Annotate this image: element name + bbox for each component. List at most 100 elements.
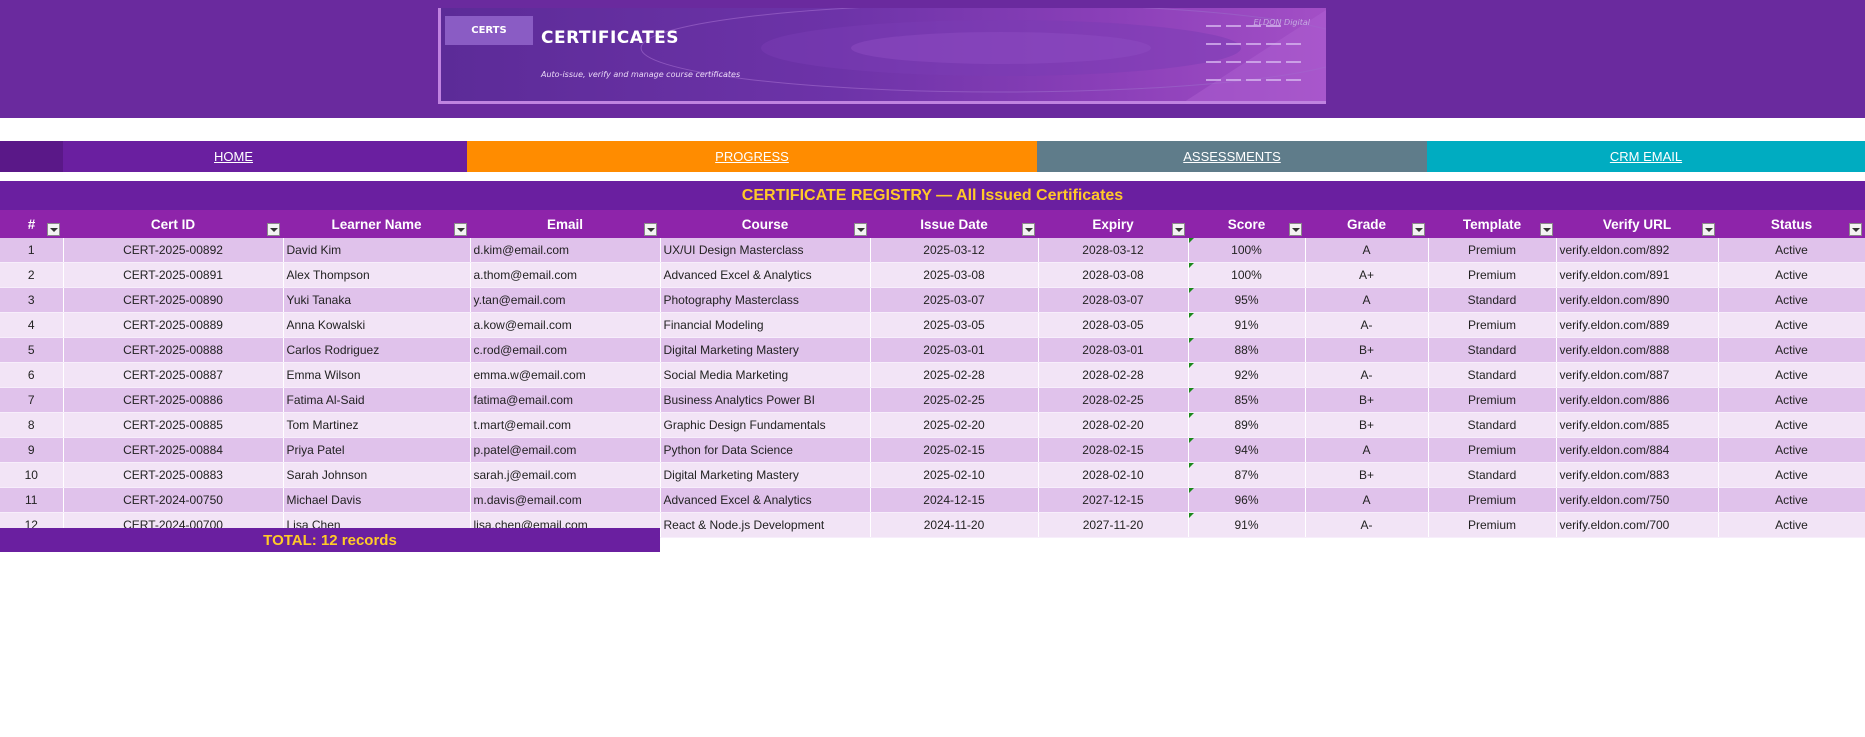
filter-dropdown-icon[interactable]: [1412, 223, 1425, 236]
expiry-cell[interactable]: 2028-03-07: [1038, 287, 1189, 313]
status-cell[interactable]: Active: [1718, 287, 1865, 313]
learner-name-cell[interactable]: Carlos Rodriguez: [283, 337, 471, 363]
row-number-cell[interactable]: 8: [0, 412, 64, 438]
template-cell[interactable]: Premium: [1428, 512, 1557, 538]
issue-date-cell[interactable]: 2025-03-07: [870, 287, 1039, 313]
status-cell[interactable]: Active: [1718, 387, 1865, 413]
template-cell[interactable]: Standard: [1428, 362, 1557, 388]
filter-dropdown-icon[interactable]: [854, 223, 867, 236]
course-cell[interactable]: Financial Modeling: [660, 312, 871, 338]
expiry-cell[interactable]: 2027-11-20: [1038, 512, 1189, 538]
cert-id-cell[interactable]: CERT-2025-00892: [63, 238, 284, 263]
row-number-cell[interactable]: 6: [0, 362, 64, 388]
table-row[interactable]: 9 CERT-2025-00884 Priya Patel p.patel@email…: [0, 437, 1865, 463]
row-number-cell[interactable]: 1: [0, 238, 64, 263]
status-cell[interactable]: Active: [1718, 462, 1865, 488]
course-cell[interactable]: Photography Masterclass: [660, 287, 871, 313]
course-cell[interactable]: Python for Data Science: [660, 437, 871, 463]
score-cell[interactable]: 88%: [1188, 337, 1306, 363]
nav-assessments-link[interactable]: ASSESSMENTS: [1037, 141, 1427, 172]
learner-name-cell[interactable]: Sarah Johnson: [283, 462, 471, 488]
expiry-cell[interactable]: 2028-02-28: [1038, 362, 1189, 388]
issue-date-cell[interactable]: 2025-03-05: [870, 312, 1039, 338]
score-cell[interactable]: 85%: [1188, 387, 1306, 413]
course-cell[interactable]: Digital Marketing Mastery: [660, 337, 871, 363]
cert-id-cell[interactable]: CERT-2025-00884: [63, 437, 284, 463]
verify-url-cell[interactable]: verify.eldon.com/888: [1556, 337, 1719, 363]
email-cell[interactable]: sarah.j@email.com: [470, 462, 661, 488]
email-cell[interactable]: emma.w@email.com: [470, 362, 661, 388]
status-cell[interactable]: Active: [1718, 238, 1865, 263]
email-cell[interactable]: a.thom@email.com: [470, 262, 661, 288]
grade-cell[interactable]: A: [1305, 487, 1429, 513]
status-cell[interactable]: Active: [1718, 362, 1865, 388]
nav-progress-link[interactable]: PROGRESS: [467, 141, 1037, 172]
expiry-cell[interactable]: 2027-12-15: [1038, 487, 1189, 513]
table-row[interactable]: 3 CERT-2025-00890 Yuki Tanaka y.tan@email.c…: [0, 287, 1865, 313]
filter-dropdown-icon[interactable]: [1849, 223, 1862, 236]
row-number-cell[interactable]: 10: [0, 462, 64, 488]
template-cell[interactable]: Premium: [1428, 487, 1557, 513]
filter-dropdown-icon[interactable]: [1172, 223, 1185, 236]
verify-url-cell[interactable]: verify.eldon.com/886: [1556, 387, 1719, 413]
score-cell[interactable]: 100%: [1188, 262, 1306, 288]
email-cell[interactable]: y.tan@email.com: [470, 287, 661, 313]
filter-dropdown-icon[interactable]: [267, 223, 280, 236]
table-row[interactable]: 11 CERT-2024-00750 Michael Davis m.davis@em…: [0, 487, 1865, 513]
row-number-cell[interactable]: 5: [0, 337, 64, 363]
verify-url-cell[interactable]: verify.eldon.com/700: [1556, 512, 1719, 538]
grade-cell[interactable]: B+: [1305, 412, 1429, 438]
email-cell[interactable]: m.davis@email.com: [470, 487, 661, 513]
template-cell[interactable]: Standard: [1428, 287, 1557, 313]
filter-dropdown-icon[interactable]: [47, 223, 60, 236]
email-cell[interactable]: a.kow@email.com: [470, 312, 661, 338]
grade-cell[interactable]: B+: [1305, 387, 1429, 413]
issue-date-cell[interactable]: 2025-02-25: [870, 387, 1039, 413]
score-cell[interactable]: 96%: [1188, 487, 1306, 513]
table-row[interactable]: 4 CERT-2025-00889 Anna Kowalski a.kow@email…: [0, 312, 1865, 338]
status-cell[interactable]: Active: [1718, 512, 1865, 538]
expiry-cell[interactable]: 2028-02-10: [1038, 462, 1189, 488]
status-cell[interactable]: Active: [1718, 412, 1865, 438]
expiry-cell[interactable]: 2028-03-08: [1038, 262, 1189, 288]
learner-name-cell[interactable]: Anna Kowalski: [283, 312, 471, 338]
row-number-cell[interactable]: 9: [0, 437, 64, 463]
row-number-cell[interactable]: 7: [0, 387, 64, 413]
expiry-cell[interactable]: 2028-03-05: [1038, 312, 1189, 338]
email-cell[interactable]: p.patel@email.com: [470, 437, 661, 463]
row-number-cell[interactable]: 2: [0, 262, 64, 288]
cert-id-cell[interactable]: CERT-2025-00887: [63, 362, 284, 388]
email-cell[interactable]: d.kim@email.com: [470, 238, 661, 263]
table-row[interactable]: 10 CERT-2025-00883 Sarah Johnson sarah.j@em…: [0, 462, 1865, 488]
expiry-cell[interactable]: 2028-03-01: [1038, 337, 1189, 363]
grade-cell[interactable]: A-: [1305, 362, 1429, 388]
score-cell[interactable]: 89%: [1188, 412, 1306, 438]
filter-dropdown-icon[interactable]: [1289, 223, 1302, 236]
issue-date-cell[interactable]: 2025-02-20: [870, 412, 1039, 438]
filter-dropdown-icon[interactable]: [644, 223, 657, 236]
issue-date-cell[interactable]: 2025-03-01: [870, 337, 1039, 363]
verify-url-cell[interactable]: verify.eldon.com/887: [1556, 362, 1719, 388]
nav-crm-email-link[interactable]: CRM EMAIL: [1427, 141, 1865, 172]
expiry-cell[interactable]: 2028-02-15: [1038, 437, 1189, 463]
issue-date-cell[interactable]: 2025-03-12: [870, 238, 1039, 263]
filter-dropdown-icon[interactable]: [1022, 223, 1035, 236]
table-row[interactable]: 7 CERT-2025-00886 Fatima Al-Said fatima@ema…: [0, 387, 1865, 413]
grade-cell[interactable]: A-: [1305, 312, 1429, 338]
template-cell[interactable]: Standard: [1428, 412, 1557, 438]
grade-cell[interactable]: A: [1305, 238, 1429, 263]
grade-cell[interactable]: A+: [1305, 262, 1429, 288]
learner-name-cell[interactable]: David Kim: [283, 238, 471, 263]
cert-id-cell[interactable]: CERT-2025-00890: [63, 287, 284, 313]
email-cell[interactable]: c.rod@email.com: [470, 337, 661, 363]
issue-date-cell[interactable]: 2025-03-08: [870, 262, 1039, 288]
template-cell[interactable]: Premium: [1428, 262, 1557, 288]
table-row[interactable]: 1 CERT-2025-00892 David Kim d.kim@email.com…: [0, 238, 1865, 263]
table-row[interactable]: 8 CERT-2025-00885 Tom Martinez t.mart@email…: [0, 412, 1865, 438]
verify-url-cell[interactable]: verify.eldon.com/885: [1556, 412, 1719, 438]
score-cell[interactable]: 92%: [1188, 362, 1306, 388]
score-cell[interactable]: 100%: [1188, 238, 1306, 263]
table-row[interactable]: 2 CERT-2025-00891 Alex Thompson a.thom@emai…: [0, 262, 1865, 288]
course-cell[interactable]: React & Node.js Development: [660, 512, 871, 538]
status-cell[interactable]: Active: [1718, 437, 1865, 463]
